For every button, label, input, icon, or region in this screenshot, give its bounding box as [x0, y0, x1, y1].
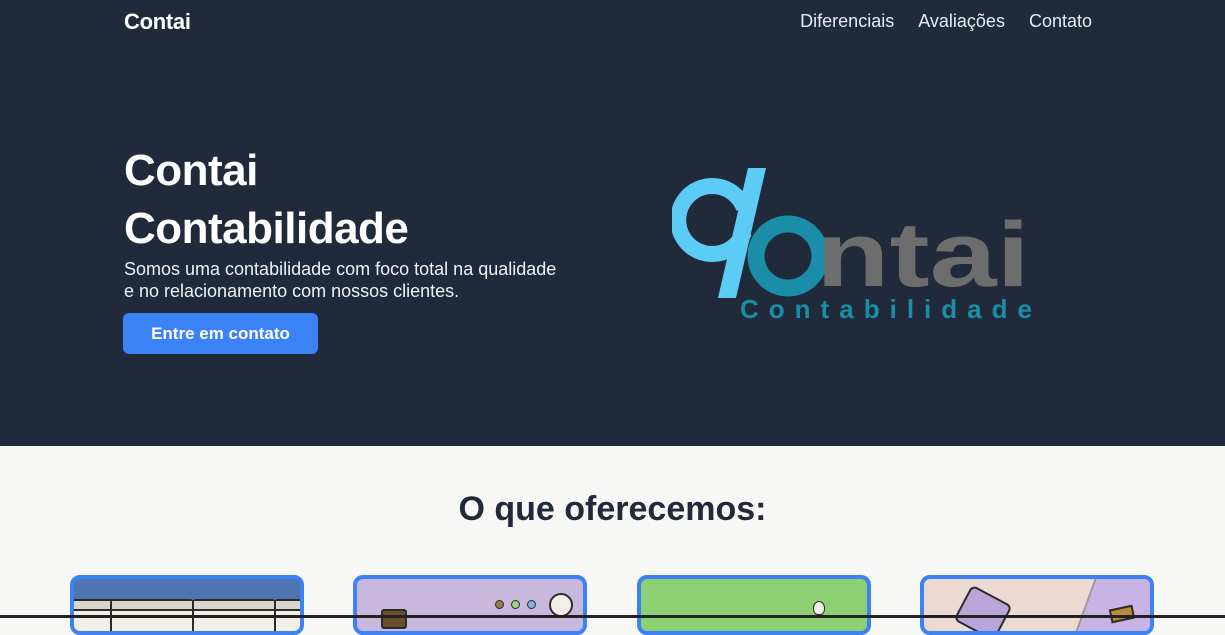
navbar: Contai Diferenciais Avaliações Contato	[0, 0, 1225, 44]
nav-link-diferenciais[interactable]: Diferenciais	[800, 11, 894, 32]
logo-wordmark: ntai	[816, 204, 1030, 306]
brand-logo[interactable]: Contai	[124, 9, 191, 35]
offer-card-1[interactable]	[70, 575, 304, 635]
section-title: O que oferecemos:	[458, 490, 767, 528]
figure-illustration	[813, 601, 825, 615]
offer-card-4[interactable]	[920, 575, 1154, 635]
hero-title-line-2: Contabilidade	[124, 204, 409, 253]
dot-icon	[495, 600, 504, 609]
box-illustration	[381, 609, 407, 629]
hero-text: Contai Contabilidade Somos uma contabili…	[124, 142, 584, 302]
offer-card-3[interactable]	[637, 575, 871, 635]
hero-title: Contai Contabilidade	[124, 142, 584, 258]
contai-logo: ntai Contabilidade	[672, 168, 1032, 324]
dot-icon	[527, 600, 536, 609]
device-illustration	[953, 584, 1013, 631]
logo-o-glyph	[747, 215, 829, 297]
contact-cta-button[interactable]: Entre em contato	[123, 313, 318, 354]
offer-card-2[interactable]	[353, 575, 587, 635]
hero-subtitle: Somos uma contabilidade com foco total n…	[124, 259, 557, 301]
hero-title-line-1: Contai	[124, 146, 258, 195]
nav-links: Diferenciais Avaliações Contato	[800, 11, 1092, 32]
compass-icon	[549, 593, 573, 617]
nav-link-avaliacoes[interactable]: Avaliações	[918, 11, 1005, 32]
dot-icon	[511, 600, 520, 609]
nav-link-contato[interactable]: Contato	[1029, 11, 1092, 32]
hero-section: Contai Diferenciais Avaliações Contato C…	[0, 0, 1225, 446]
panel-illustration	[1071, 579, 1150, 631]
